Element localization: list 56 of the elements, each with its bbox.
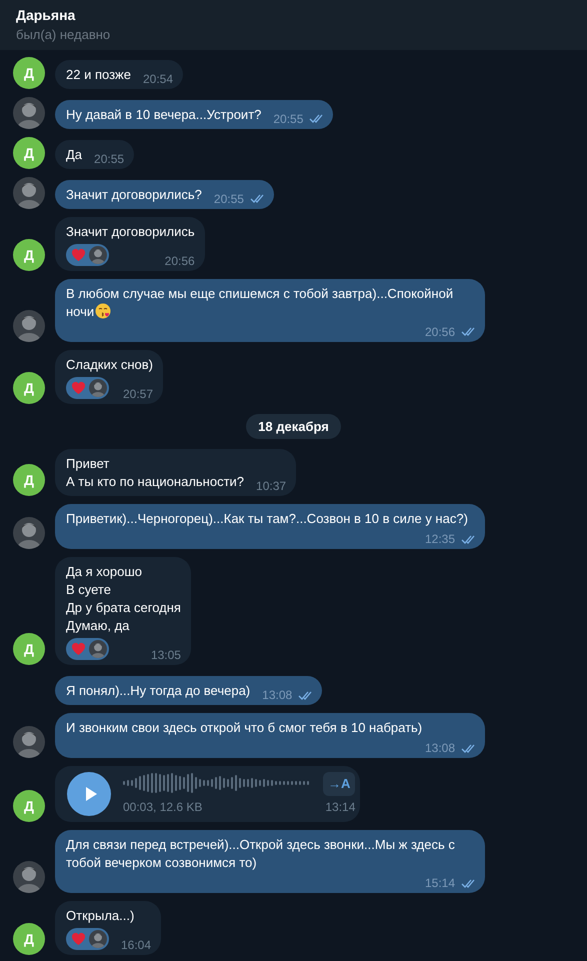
contact-avatar: Д	[13, 464, 45, 496]
message-time: 16:04	[121, 937, 152, 953]
message-time: 13:05	[150, 647, 181, 663]
contact-avatar: Д	[13, 136, 45, 168]
message-time: 10:37	[256, 478, 286, 494]
reaction-badge[interactable]	[66, 376, 109, 398]
contact-name: Дарьяна	[16, 6, 76, 25]
message-time: 13:08	[424, 740, 455, 756]
message-text: В любом случае мы еще спишемся с тобой завтра)...Спокойной ночи	[66, 286, 454, 318]
message-time: 20:55	[214, 190, 244, 206]
heart-icon	[71, 932, 86, 946]
message-text: Приветик)...Черногорец)...Как ты там?...Созвон в 10 в силе у нас?)	[66, 511, 468, 526]
message-time: 13:08	[262, 687, 292, 703]
contact-avatar: Д	[13, 923, 45, 955]
transcribe-button[interactable]: →A	[323, 772, 356, 796]
reactor-avatar	[89, 378, 107, 396]
contact-avatar: Д	[13, 633, 45, 665]
reactor-avatar	[89, 246, 107, 264]
reactor-avatar	[89, 930, 107, 948]
last-seen-status: был(а) недавно	[16, 26, 112, 44]
message-time: 20:55	[94, 150, 124, 166]
contact-avatar: Д	[13, 238, 45, 270]
heart-icon	[71, 380, 86, 394]
reaction-badge[interactable]	[66, 244, 109, 266]
date-badge: 18 декабря	[246, 414, 341, 439]
message-text: Для связи перед встречей)...Открой здесь звонки...Мы ж здесь с тобой вечерком созвонимся то)	[66, 837, 455, 870]
message-time: 15:14	[424, 875, 455, 891]
reaction-badge[interactable]	[66, 928, 109, 950]
message-text: Открыла...)	[66, 907, 136, 925]
heart-icon	[71, 248, 86, 262]
message-time: 13:14	[325, 799, 356, 816]
message-time: 20:55	[273, 110, 304, 126]
message-text: Привет А ты кто по национальности?	[66, 456, 244, 489]
message-time: 12:35	[424, 531, 455, 547]
message-text: Сладких снов)	[66, 356, 153, 374]
heart-icon	[71, 642, 86, 656]
message-text: И звонким свои здесь открой что б смог тебя в 10 набрать)	[66, 720, 422, 735]
reaction-badge[interactable]	[66, 638, 109, 660]
contact-avatar: Д	[13, 56, 45, 88]
voice-info: 00:03, 12.6 KB	[123, 799, 204, 816]
message-text: Да	[66, 146, 82, 162]
play-icon	[84, 786, 98, 802]
message-text: Я понял)...Ну тогда до вечера)	[66, 683, 250, 698]
message-text: Значит договорились?	[66, 186, 202, 202]
message-time: 20:56	[164, 252, 195, 268]
message-text: Значит договорились	[66, 222, 195, 240]
reactor-avatar	[89, 640, 107, 658]
message-text: Да я хорошо В суете Др у брата сегодня Думаю, да	[66, 563, 181, 635]
message-time: 20:57	[122, 386, 153, 402]
contact-avatar: Д	[13, 790, 45, 822]
play-button[interactable]	[67, 772, 111, 816]
message-time: 20:54	[142, 70, 173, 86]
message-text: 22 и позже	[66, 66, 131, 82]
message-time: 20:56	[424, 324, 455, 340]
contact-avatar: Д	[13, 372, 45, 404]
message-text: Ну давай в 10 вечера...Устроит?	[66, 106, 262, 122]
